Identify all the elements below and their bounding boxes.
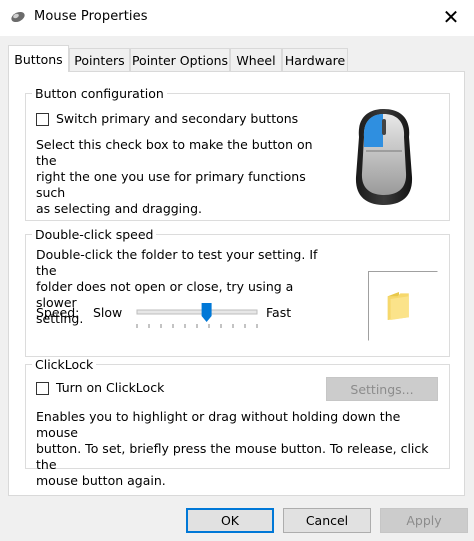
button-configuration-group: Button configuration Switch primary and … — [25, 86, 450, 221]
mouse-app-icon — [11, 11, 25, 23]
group-title-double-click-speed: Double-click speed — [32, 227, 157, 242]
tab-pointers[interactable]: Pointers — [69, 48, 130, 71]
folder-icon[interactable] — [385, 288, 413, 324]
mouse-illustration — [355, 109, 413, 205]
clicklock-group: ClickLock Turn on ClickLock Settings... … — [25, 357, 450, 488]
close-icon: ✕ — [442, 5, 460, 29]
clicklock-checkbox[interactable] — [36, 382, 49, 395]
clicklock-label[interactable]: Turn on ClickLock — [56, 380, 164, 395]
group-title-button-configuration: Button configuration — [32, 86, 167, 101]
apply-button[interactable]: Apply — [380, 508, 468, 533]
tab-hardware[interactable]: Hardware — [282, 48, 348, 71]
slow-label: Slow — [93, 305, 123, 320]
switch-buttons-checkbox[interactable] — [36, 113, 49, 126]
fast-label: Fast — [266, 305, 292, 320]
clicklock-description: Enables you to highlight or drag without… — [36, 409, 429, 488]
cancel-button[interactable]: Cancel — [283, 508, 371, 533]
slider-thumb[interactable] — [201, 303, 212, 322]
double-click-speed-group: Double-click speed Double-click the fold… — [25, 227, 450, 357]
window-title: Mouse Properties — [34, 9, 148, 24]
folder-test-area[interactable] — [368, 271, 438, 341]
tab-buttons[interactable]: Buttons — [8, 45, 69, 72]
tab-pointer-options[interactable]: Pointer Options — [130, 48, 230, 71]
ok-button[interactable]: OK — [186, 508, 274, 533]
group-title-clicklock: ClickLock — [32, 357, 97, 372]
switch-buttons-label[interactable]: Switch primary and secondary buttons — [56, 111, 298, 126]
tab-wheel[interactable]: Wheel — [230, 48, 282, 71]
speed-label: Speed: — [36, 305, 80, 320]
clicklock-settings-button[interactable]: Settings... — [326, 377, 438, 401]
double-click-speed-slider[interactable] — [134, 301, 260, 329]
button-configuration-description: Select this check box to make the button… — [36, 137, 313, 216]
tab-panel-buttons: Button configuration Switch primary and … — [8, 71, 465, 496]
slider-ticks — [136, 324, 258, 328]
title-bar: Mouse Properties ✕ — [0, 0, 474, 36]
close-button[interactable]: ✕ — [428, 0, 474, 34]
